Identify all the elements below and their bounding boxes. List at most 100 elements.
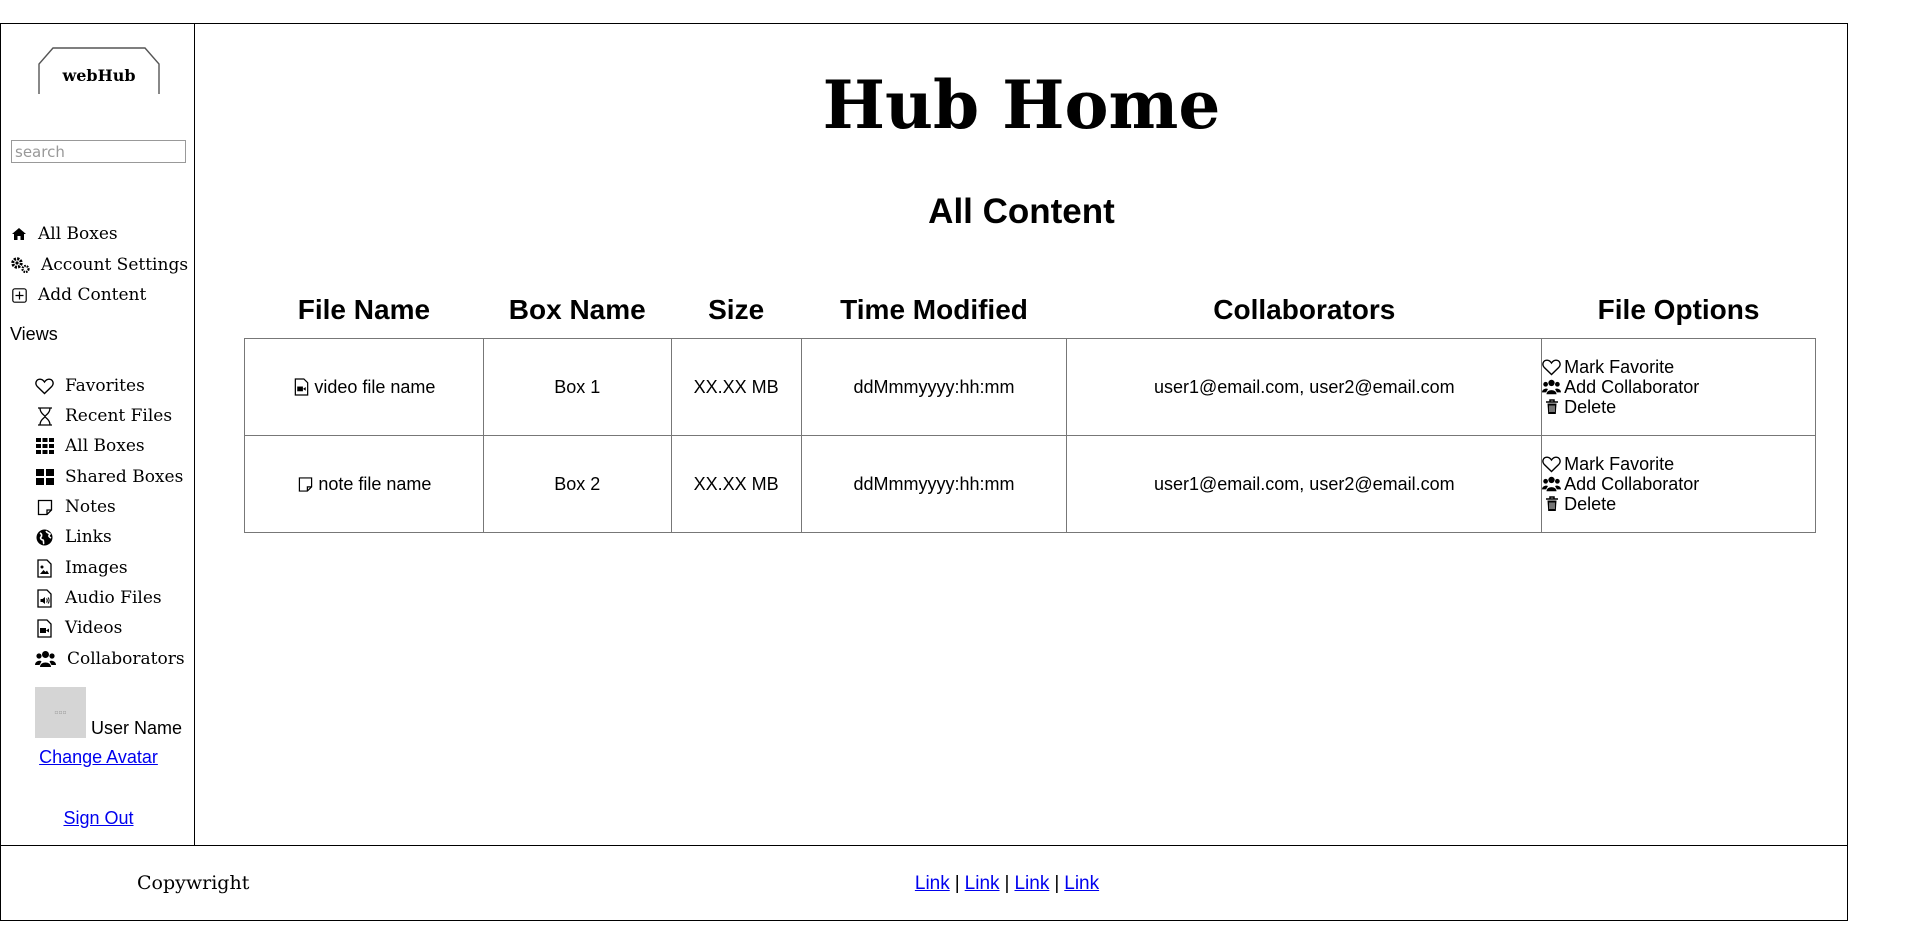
view-audio-files[interactable]: Audio Files xyxy=(35,588,162,608)
view-label: Links xyxy=(65,527,112,547)
link-separator: | xyxy=(1004,873,1010,894)
file-options-cell: Mark Favorite Add Collaborator Delete xyxy=(1541,435,1816,533)
view-notes[interactable]: Notes xyxy=(35,497,116,517)
users-icon xyxy=(1542,475,1562,493)
grid-icon xyxy=(35,437,54,456)
view-recent-files[interactable]: Recent Files xyxy=(35,406,172,426)
change-avatar-link[interactable]: Change Avatar xyxy=(39,747,158,767)
table-row[interactable]: note file name Box 2 XX.XX MB ddMmmyyyy:… xyxy=(244,435,1816,533)
collaborators-cell: user1@email.com, user2@email.com xyxy=(1066,338,1543,436)
view-label: Shared Boxes xyxy=(65,467,184,487)
note-icon xyxy=(35,498,54,517)
plus-square-icon xyxy=(10,286,28,304)
column-header-size[interactable]: Size xyxy=(671,282,801,339)
view-label: All Boxes xyxy=(65,436,145,456)
footer-link[interactable]: Link xyxy=(1014,873,1049,894)
option-label: Mark Favorite xyxy=(1564,453,1675,474)
section-title: All Content xyxy=(928,192,1115,231)
time-modified-cell: ddMmmyyyy:hh:mm xyxy=(800,435,1068,533)
logo[interactable]: webHub xyxy=(35,46,163,98)
box-name-cell: Box 2 xyxy=(482,435,672,533)
size-cell: XX.XX MB xyxy=(670,435,802,533)
box-name-cell: Box 1 xyxy=(482,338,672,436)
nav-account-settings[interactable]: Account Settings xyxy=(10,255,188,275)
app-frame: webHub All Boxes Account Settings Add Co… xyxy=(0,23,1848,922)
nav-label: Account Settings xyxy=(41,255,189,275)
view-images[interactable]: Images xyxy=(35,558,128,578)
home-icon xyxy=(10,225,28,243)
column-header-time-modified[interactable]: Time Modified xyxy=(801,282,1067,339)
sidebar: webHub All Boxes Account Settings Add Co… xyxy=(0,23,195,846)
footer-link[interactable]: Link xyxy=(915,873,950,894)
footer-link[interactable]: Link xyxy=(1064,873,1099,894)
hourglass-icon xyxy=(35,406,54,426)
file-name-cell[interactable]: video file name xyxy=(244,338,484,436)
sign-out-link[interactable]: Sign Out xyxy=(63,808,133,828)
page-title: Hub Home xyxy=(822,66,1221,144)
footer-link[interactable]: Link xyxy=(965,873,1000,894)
table-row[interactable]: video file name Box 1 XX.XX MB ddMmmyyyy… xyxy=(244,338,1816,436)
option-label: Delete xyxy=(1564,493,1617,514)
video-file-icon xyxy=(35,618,54,638)
heart-icon xyxy=(1542,455,1561,473)
file-name-cell[interactable]: note file name xyxy=(244,435,484,533)
size-cell: XX.XX MB xyxy=(670,338,802,436)
column-header-box-name[interactable]: Box Name xyxy=(483,282,671,339)
mark-favorite-button[interactable]: Mark Favorite xyxy=(1542,357,1815,377)
main-content: Hub Home All Content File Name Box Name … xyxy=(195,23,1848,846)
audio-file-icon xyxy=(35,588,54,608)
trash-icon xyxy=(1542,398,1561,416)
column-header-collaborators[interactable]: Collaborators xyxy=(1067,282,1542,339)
add-collaborator-button[interactable]: Add Collaborator xyxy=(1542,474,1815,494)
logo-text: webHub xyxy=(62,66,136,85)
nav-label: All Boxes xyxy=(38,224,118,244)
users-icon xyxy=(1542,378,1562,396)
view-label: Videos xyxy=(65,618,123,638)
delete-button[interactable]: Delete xyxy=(1542,397,1815,417)
avatar: ▫▫▫ xyxy=(35,687,86,738)
file-name: note file name xyxy=(318,473,432,494)
nav-add-content[interactable]: Add Content xyxy=(10,285,146,305)
view-label: Collaborators xyxy=(67,649,185,669)
link-separator: | xyxy=(954,873,960,894)
trash-icon xyxy=(1542,495,1561,513)
globe-icon xyxy=(35,528,54,547)
nav-all-boxes[interactable]: All Boxes xyxy=(10,224,118,244)
option-label: Add Collaborator xyxy=(1564,376,1700,397)
view-label: Audio Files xyxy=(65,588,162,608)
image-file-icon xyxy=(35,558,54,578)
view-shared-boxes[interactable]: Shared Boxes xyxy=(35,467,183,487)
option-label: Delete xyxy=(1564,396,1617,417)
files-table: File Name Box Name Size Time Modified Co… xyxy=(244,282,1816,533)
view-label: Notes xyxy=(65,497,116,517)
users-icon xyxy=(35,650,56,669)
view-links[interactable]: Links xyxy=(35,527,112,547)
mark-favorite-button[interactable]: Mark Favorite xyxy=(1542,454,1815,474)
views-heading: Views xyxy=(10,324,58,344)
video-file-icon xyxy=(292,377,310,396)
gears-icon xyxy=(10,256,31,274)
nav-label: Add Content xyxy=(38,285,147,305)
heart-icon xyxy=(1542,358,1561,376)
file-name: video file name xyxy=(314,376,436,397)
search-input[interactable] xyxy=(11,140,186,163)
view-label: Recent Files xyxy=(65,406,173,426)
view-label: Favorites xyxy=(65,376,145,396)
view-favorites[interactable]: Favorites xyxy=(35,376,145,396)
delete-button[interactable]: Delete xyxy=(1542,494,1815,514)
link-separator: | xyxy=(1054,873,1060,894)
footer: Copywright Link | Link | Link | Link xyxy=(0,846,1848,921)
option-label: Mark Favorite xyxy=(1564,356,1675,377)
avatar-placeholder-icon: ▫▫▫ xyxy=(54,709,67,716)
table-header-row: File Name Box Name Size Time Modified Co… xyxy=(245,282,1816,339)
view-videos[interactable]: Videos xyxy=(35,618,122,638)
footer-links: Link | Link | Link | Link xyxy=(1,872,1849,895)
view-collaborators[interactable]: Collaborators xyxy=(35,649,185,669)
option-label: Add Collaborator xyxy=(1564,473,1700,494)
file-options-cell: Mark Favorite Add Collaborator Delete xyxy=(1541,338,1816,436)
view-all-boxes[interactable]: All Boxes xyxy=(35,436,145,456)
view-label: Images xyxy=(65,558,128,578)
large-grid-icon xyxy=(35,468,54,487)
column-header-file-name[interactable]: File Name xyxy=(245,282,484,339)
add-collaborator-button[interactable]: Add Collaborator xyxy=(1542,377,1815,397)
